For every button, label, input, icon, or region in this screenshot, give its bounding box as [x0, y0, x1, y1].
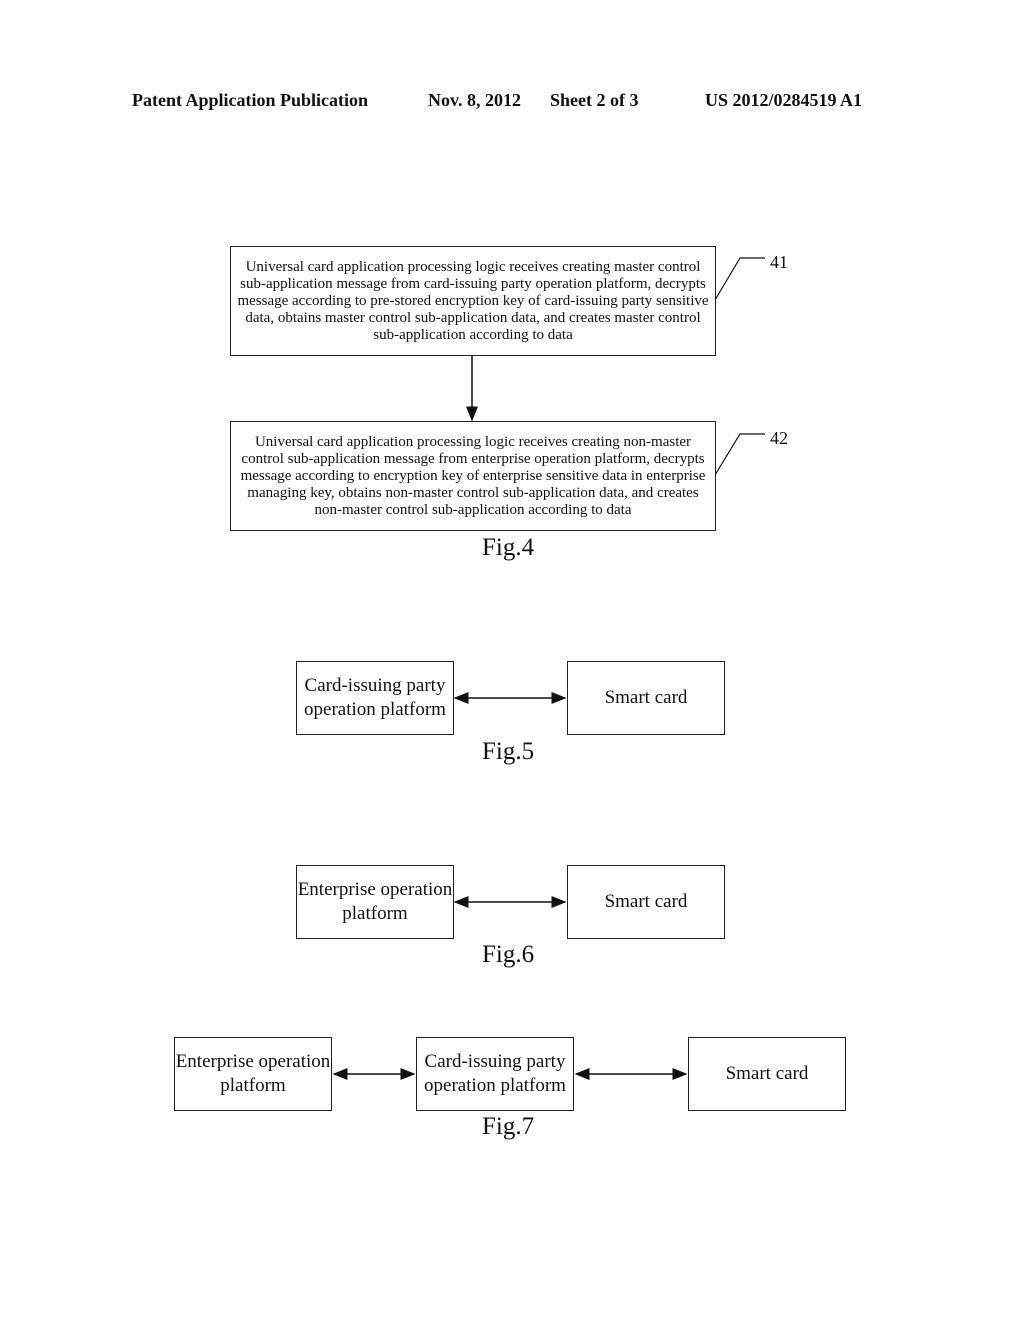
card-issuing-platform-box: Card-issuing party operation platform [296, 661, 454, 735]
leader-line-41 [714, 257, 765, 301]
leader-line-42 [714, 433, 765, 476]
smart-card-box: Smart card [688, 1037, 846, 1111]
fig5-caption: Fig.5 [482, 738, 535, 765]
fig4-caption: Fig.4 [482, 534, 535, 561]
flow-step-42: Universal card application processing lo… [230, 421, 716, 531]
fig6-caption: Fig.6 [482, 941, 535, 968]
fig7-caption: Fig.7 [482, 1113, 535, 1140]
step-ref-41: 41 [770, 252, 788, 272]
enterprise-platform-box: Enterprise operation platform [296, 865, 454, 939]
flow-step-41: Universal card application processing lo… [230, 246, 716, 356]
smart-card-box: Smart card [567, 661, 725, 735]
card-issuing-platform-box: Card-issuing party operation platform [416, 1037, 574, 1111]
enterprise-platform-box: Enterprise operation platform [174, 1037, 332, 1111]
smart-card-box: Smart card [567, 865, 725, 939]
step-ref-42: 42 [770, 428, 788, 448]
